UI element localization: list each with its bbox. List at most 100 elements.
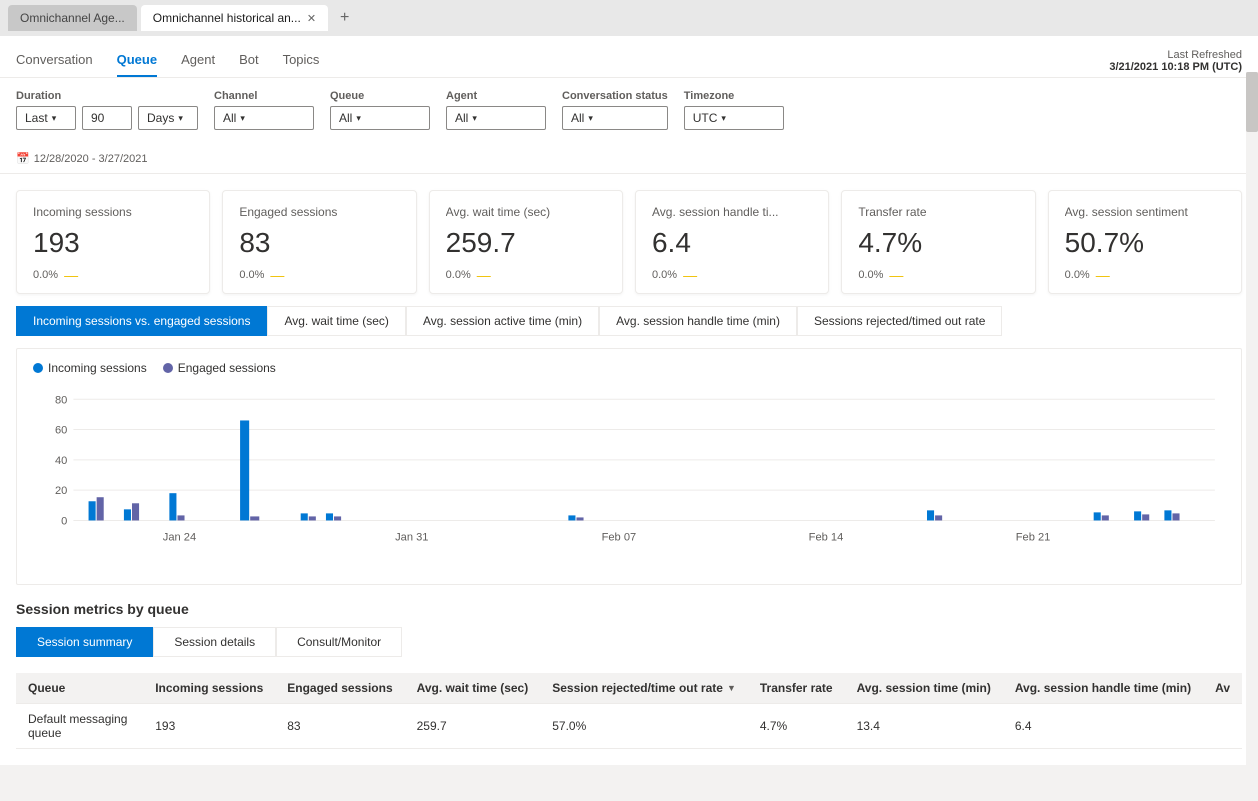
duration-unit-dropdown[interactable]: Days ▾ (138, 106, 198, 130)
kpi-change-avg-wait: 0.0% (446, 269, 471, 281)
cell-rejected: 57.0% (540, 704, 748, 749)
cell-avg-session: 13.4 (845, 704, 1003, 749)
table-body: Default messaging queue 193 83 259.7 57.… (16, 704, 1242, 749)
col-header-queue: Queue (16, 673, 143, 704)
kpi-change-incoming: 0.0% (33, 269, 58, 281)
kpi-value-engaged: 83 (239, 227, 399, 259)
cell-engaged: 83 (275, 704, 404, 749)
metric-tab-consult[interactable]: Consult/Monitor (276, 627, 402, 657)
col-header-av: Av (1203, 673, 1242, 704)
kpi-card-avg-handle: Avg. session handle ti... 6.4 0.0% — (635, 190, 829, 294)
agent-label: Agent (446, 90, 546, 102)
kpi-dash-engaged: — (270, 267, 284, 283)
chevron-down-icon-4: ▾ (356, 113, 361, 124)
session-metrics: Session metrics by queue Session summary… (0, 601, 1258, 765)
kpi-title-avg-wait: Avg. wait time (sec) (446, 205, 606, 219)
chevron-down-icon-6: ▾ (588, 113, 593, 124)
app-container: Conversation Queue Agent Bot Topics Last… (0, 36, 1258, 765)
conversation-status-dropdown[interactable]: All ▾ (562, 106, 668, 130)
chart-legend: Incoming sessions Engaged sessions (33, 361, 1225, 375)
legend-dot-engaged (163, 363, 173, 373)
duration-value-input[interactable] (82, 106, 132, 130)
timezone-dropdown[interactable]: UTC ▾ (684, 106, 784, 130)
conversation-status-label: Conversation status (562, 90, 668, 102)
channel-dropdown[interactable]: All ▾ (214, 106, 314, 130)
kpi-title-sentiment: Avg. session sentiment (1065, 205, 1225, 219)
timezone-label: Timezone (684, 90, 784, 102)
timezone-filter: Timezone UTC ▾ (684, 90, 784, 130)
kpi-card-sentiment: Avg. session sentiment 50.7% 0.0% — (1048, 190, 1242, 294)
svg-text:Feb 14: Feb 14 (809, 532, 844, 544)
chevron-down-icon-7: ▾ (721, 113, 726, 124)
kpi-row: Incoming sessions 193 0.0% — Engaged ses… (0, 174, 1258, 306)
legend-item-engaged: Engaged sessions (163, 361, 276, 375)
kpi-change-avg-handle: 0.0% (652, 269, 677, 281)
legend-dot-incoming (33, 363, 43, 373)
chart-tabs: Incoming sessions vs. engaged sessions A… (16, 306, 1242, 336)
metric-tab-details[interactable]: Session details (153, 627, 276, 657)
chevron-down-icon-5: ▾ (472, 113, 477, 124)
sort-icon: ▼ (727, 683, 736, 693)
tab-omnichannel-age[interactable]: Omnichannel Age... (8, 5, 137, 31)
chart-tab-avg-wait[interactable]: Avg. wait time (sec) (267, 306, 405, 336)
add-tab-button[interactable]: + (332, 5, 357, 31)
channel-filter: Channel All ▾ (214, 90, 314, 130)
nav-tab-topics[interactable]: Topics (283, 44, 320, 77)
table-row: Default messaging queue 193 83 259.7 57.… (16, 704, 1242, 749)
bar-chart: 80 60 40 20 0 (33, 385, 1225, 565)
legend-item-incoming: Incoming sessions (33, 361, 147, 375)
metric-tab-summary[interactable]: Session summary (16, 627, 153, 657)
duration-row: Last ▾ Days ▾ (16, 106, 198, 130)
duration-dropdown[interactable]: Last ▾ (16, 106, 76, 130)
nav-tabs: Conversation Queue Agent Bot Topics (16, 44, 319, 77)
col-header-avg-session: Avg. session time (min) (845, 673, 1003, 704)
agent-dropdown[interactable]: All ▾ (446, 106, 546, 130)
kpi-change-engaged: 0.0% (239, 269, 264, 281)
tab-omnichannel-historical[interactable]: Omnichannel historical an... ✕ (141, 5, 328, 31)
queue-dropdown[interactable]: All ▾ (330, 106, 430, 130)
chart-area: Incoming sessions Engaged sessions 80 60… (16, 348, 1242, 585)
tab-close-icon[interactable]: ✕ (307, 12, 316, 25)
kpi-footer-engaged: 0.0% — (239, 267, 399, 283)
chart-tab-incoming-vs-engaged[interactable]: Incoming sessions vs. engaged sessions (16, 306, 267, 336)
kpi-dash-sentiment: — (1096, 267, 1110, 283)
nav-tab-queue[interactable]: Queue (117, 44, 157, 77)
svg-text:Feb 21: Feb 21 (1016, 532, 1051, 544)
kpi-dash-avg-wait: — (477, 267, 491, 283)
kpi-value-incoming: 193 (33, 227, 193, 259)
kpi-card-incoming: Incoming sessions 193 0.0% — (16, 190, 210, 294)
kpi-card-engaged: Engaged sessions 83 0.0% — (222, 190, 416, 294)
tab-label-2: Omnichannel historical an... (153, 11, 301, 25)
col-header-rejected: Session rejected/time out rate ▼ (540, 673, 748, 704)
col-sort-rejected[interactable]: Session rejected/time out rate ▼ (552, 681, 736, 695)
chart-tab-rejected[interactable]: Sessions rejected/timed out rate (797, 306, 1002, 336)
duration-filter: Duration Last ▾ Days ▾ (16, 90, 198, 130)
col-header-transfer: Transfer rate (748, 673, 845, 704)
queue-filter: Queue All ▾ (330, 90, 430, 130)
svg-text:80: 80 (55, 394, 67, 406)
scrollbar[interactable] (1246, 72, 1258, 801)
scrollbar-thumb[interactable] (1246, 72, 1258, 132)
kpi-card-transfer: Transfer rate 4.7% 0.0% — (841, 190, 1035, 294)
chart-tab-avg-handle[interactable]: Avg. session handle time (min) (599, 306, 797, 336)
nav-tab-agent[interactable]: Agent (181, 44, 215, 77)
kpi-change-sentiment: 0.0% (1065, 269, 1090, 281)
legend-label-engaged: Engaged sessions (178, 361, 276, 375)
kpi-footer-incoming: 0.0% — (33, 267, 193, 283)
nav-tab-bot[interactable]: Bot (239, 44, 259, 77)
last-refreshed-label: Last Refreshed (1167, 49, 1242, 61)
chart-tab-avg-active[interactable]: Avg. session active time (min) (406, 306, 599, 336)
kpi-value-transfer: 4.7% (858, 227, 1018, 259)
last-refreshed: Last Refreshed 3/21/2021 10:18 PM (UTC) (1109, 49, 1242, 73)
kpi-footer-avg-wait: 0.0% — (446, 267, 606, 283)
cell-av (1203, 704, 1242, 749)
svg-text:Jan 31: Jan 31 (395, 532, 428, 544)
cell-avg-wait: 259.7 (405, 704, 541, 749)
kpi-title-incoming: Incoming sessions (33, 205, 193, 219)
filters-bar: Duration Last ▾ Days ▾ Channel All ▾ (0, 78, 1258, 174)
kpi-dash-incoming: — (64, 267, 78, 283)
cell-transfer: 4.7% (748, 704, 845, 749)
svg-text:60: 60 (55, 425, 67, 437)
nav-tab-conversation[interactable]: Conversation (16, 44, 93, 77)
kpi-title-transfer: Transfer rate (858, 205, 1018, 219)
